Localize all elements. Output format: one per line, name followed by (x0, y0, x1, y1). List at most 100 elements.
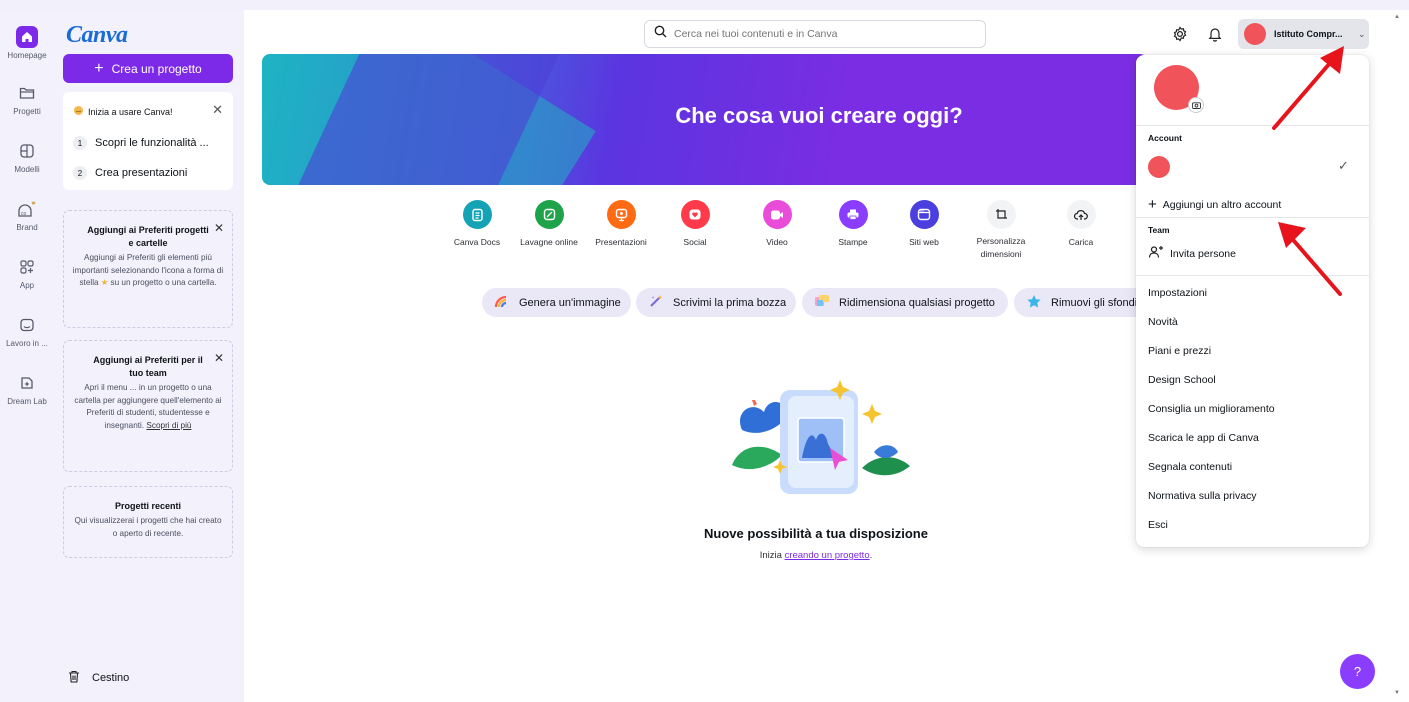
menu-item-design-school[interactable]: Design School (1148, 374, 1216, 386)
menu-item-sign-out[interactable]: Esci (1148, 519, 1168, 531)
ai-chip-magic-write[interactable]: Scrivimi la prima bozza (636, 288, 796, 317)
menu-item-suggest-improvement[interactable]: Consiglia un miglioramento (1148, 403, 1275, 415)
check-icon: ✓ (1338, 158, 1349, 173)
getting-started-title-text: Inizia a usare Canva! (88, 106, 173, 117)
favorites-tip-text: Aggiungi ai Preferiti gli elementi più i… (72, 253, 224, 287)
add-account-label: Aggiungi un altro account (1162, 198, 1282, 211)
upload-icon (1066, 200, 1096, 229)
menu-item-download-apps[interactable]: Scarica le app di Canva (1148, 432, 1259, 444)
inbox-icon (16, 314, 38, 336)
ai-chip-label: Ridimensiona qualsiasi progetto (839, 296, 995, 309)
design-type-label: Lavagne online (520, 237, 578, 247)
canva-logo[interactable]: Canva (66, 22, 128, 49)
step-label: Crea presentazioni (95, 167, 188, 179)
home-icon (16, 26, 38, 48)
menu-item-report-content[interactable]: Segnala contenuti (1148, 461, 1232, 473)
annotation-arrow (1278, 222, 1342, 296)
left-rail: Homepage Progetti Modelli co Brand App L… (0, 10, 54, 702)
account-avatar[interactable] (1148, 156, 1170, 178)
rail-item-lavoro[interactable]: Lavoro in ... (0, 314, 54, 348)
create-design-button[interactable]: + Crea un progetto (63, 54, 233, 83)
search-icon (654, 25, 667, 43)
rainbow-icon (494, 294, 510, 311)
recent-designs-text: Qui visualizzerai i progetti che hai cre… (74, 516, 222, 538)
banner-title: Che cosa vuoi creare oggi? (675, 103, 963, 128)
menu-item-plans-pricing[interactable]: Piani e prezzi (1148, 345, 1211, 357)
recent-designs-title: Progetti recenti (114, 501, 181, 511)
team-favorites-tip-text: Apri il menu ... in un progetto o una ca… (74, 383, 222, 430)
rail-label: Homepage (7, 51, 47, 60)
templates-icon (16, 140, 38, 162)
ai-chip-label: Scrivimi la prima bozza (673, 296, 787, 309)
gear-icon[interactable] (1172, 26, 1188, 47)
docs-icon (462, 200, 492, 229)
trash-button[interactable]: Cestino (68, 670, 129, 686)
menu-item-settings[interactable]: Impostazioni (1148, 287, 1207, 299)
menu-item-whats-new[interactable]: Novità (1148, 316, 1178, 328)
side-panel: Canva + Crea un progetto Inizia a usare … (54, 10, 244, 702)
step-number: 1 (73, 136, 87, 150)
design-type-whiteboard[interactable]: Lavagne online (510, 200, 588, 247)
ai-chip-resize[interactable]: Ridimensiona qualsiasi progetto (802, 288, 1008, 317)
design-type-presentation[interactable]: Presentazioni (582, 200, 660, 247)
plus-icon: + (94, 59, 104, 77)
folder-icon (16, 82, 38, 104)
help-button[interactable]: ? (1340, 654, 1375, 689)
custom-size-icon (986, 200, 1016, 229)
search-input[interactable] (674, 28, 974, 40)
design-type-canva-docs[interactable]: Canva Docs (438, 200, 516, 247)
plus-icon: + (1148, 196, 1157, 213)
ai-chip-bg-remover[interactable]: Rimuovi gli sfondi (1014, 288, 1136, 317)
design-type-upload[interactable]: Carica (1042, 200, 1120, 247)
design-type-custom-size[interactable]: Personalizza dimensioni (962, 200, 1040, 261)
menu-item-privacy-policy[interactable]: Normativa sulla privacy (1148, 490, 1257, 502)
rail-item-modelli[interactable]: Modelli (0, 140, 54, 174)
svg-text:co: co (21, 211, 27, 217)
scrollbar[interactable]: ▲ ▼ (1386, 10, 1409, 702)
empty-state-subtitle: Inizia creando un progetto. (759, 550, 873, 561)
scroll-down-icon[interactable]: ▼ (1394, 690, 1400, 696)
annotation-arrow (1272, 46, 1344, 130)
favorites-tip-card: ✕ Aggiungi ai Preferiti progetti e carte… (63, 210, 233, 328)
rail-item-app[interactable]: App (0, 256, 54, 290)
camera-icon[interactable] (1188, 97, 1204, 113)
invite-people-button[interactable]: Invita persone (1148, 245, 1236, 262)
create-design-link[interactable]: creando un progetto (785, 550, 870, 561)
website-icon (909, 200, 939, 229)
rail-item-homepage[interactable]: Homepage (0, 26, 54, 60)
brand-icon: co (16, 198, 38, 220)
design-type-website[interactable]: Siti web (885, 200, 963, 247)
video-icon (762, 200, 792, 229)
add-account-button[interactable]: + Aggiungi un altro account (1148, 196, 1281, 213)
rail-label: Modelli (14, 165, 40, 174)
close-icon[interactable]: ✕ (212, 102, 223, 118)
chevron-down-icon: ⌄ (1358, 28, 1366, 39)
rail-item-brand[interactable]: co Brand (0, 198, 54, 232)
getting-started-title: Inizia a usare Canva! (73, 105, 173, 118)
close-icon[interactable]: ✕ (214, 351, 224, 365)
invite-people-label: Invita persone (1170, 247, 1236, 260)
getting-started-step[interactable]: 2 Crea presentazioni (73, 166, 187, 180)
learn-more-link[interactable]: Scopri di più (146, 421, 191, 430)
rail-item-progetti[interactable]: Progetti (0, 82, 54, 116)
getting-started-step[interactable]: 1 Scopri le funzionalità ... (73, 136, 209, 150)
print-icon (838, 200, 868, 229)
rail-item-dream-lab[interactable]: Dream Lab (0, 372, 54, 406)
bell-icon[interactable] (1208, 26, 1222, 47)
scroll-up-icon[interactable]: ▲ (1394, 14, 1400, 20)
ai-chip-label: Rimuovi gli sfondi (1051, 296, 1136, 309)
social-icon (680, 200, 710, 229)
hero-banner: Che cosa vuoi creare oggi? (262, 54, 1148, 185)
design-type-video[interactable]: Video (738, 200, 816, 247)
close-icon[interactable]: ✕ (214, 221, 224, 235)
design-type-social[interactable]: Social (656, 200, 734, 247)
star-icon: ★ (100, 278, 109, 287)
design-type-print[interactable]: Stampe (814, 200, 892, 247)
design-type-label: Siti web (909, 237, 939, 247)
team-favorites-tip-card: ✕ Aggiungi ai Preferiti per il tuo team … (63, 340, 233, 472)
whiteboard-icon (534, 200, 564, 229)
ai-chip-generate-image[interactable]: Genera un'immagine (482, 288, 631, 317)
team-section-label: Team (1148, 225, 1170, 235)
search-bar[interactable] (644, 20, 986, 48)
empty-state-illustration (722, 370, 912, 500)
